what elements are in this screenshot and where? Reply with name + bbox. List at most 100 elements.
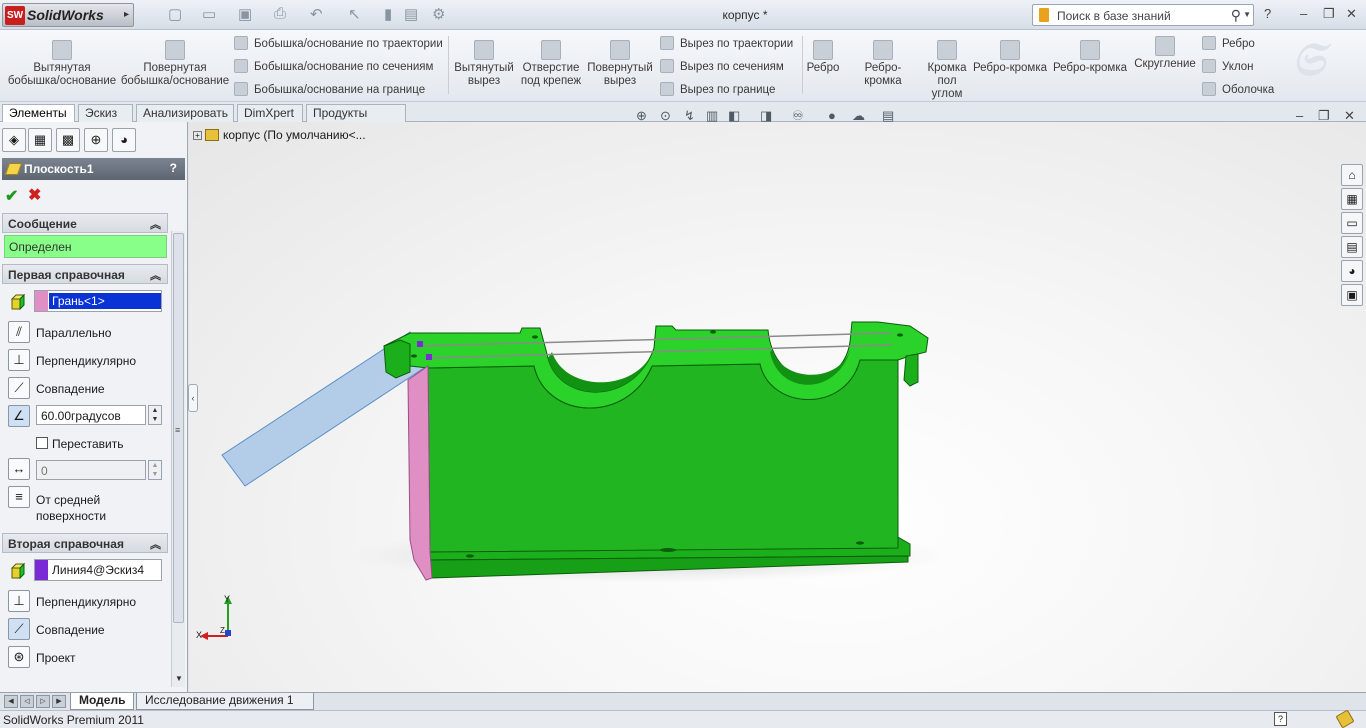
previous-view-icon[interactable]: ↯ <box>684 108 695 124</box>
prev-tab-icon[interactable]: ◁ <box>20 695 34 708</box>
last-tab-icon[interactable]: ▶ <box>52 695 66 708</box>
rib-small-button[interactable]: Ребро <box>1202 36 1255 50</box>
perpendicular-icon[interactable]: ⊥ <box>8 349 30 371</box>
angle-icon[interactable]: ∠ <box>8 405 30 427</box>
project-option[interactable]: Проект <box>36 651 76 665</box>
appearances-icon[interactable]: ◕ <box>1341 260 1363 282</box>
revolve-cut-button[interactable]: Повернутый вырез <box>586 40 654 88</box>
loft-boss-button[interactable]: Бобышка/основание по сечениям <box>234 59 433 73</box>
minimize-button[interactable]: – <box>1300 6 1307 21</box>
parallel-icon[interactable]: ⫽ <box>8 321 30 343</box>
dimxpert-manager-tab-icon[interactable]: ⊕ <box>84 128 108 152</box>
next-tab-icon[interactable]: ▷ <box>36 695 50 708</box>
mid-plane-option[interactable]: От средней поверхности <box>36 492 146 524</box>
offset-distance-icon[interactable]: ↔ <box>8 458 30 480</box>
view-orientation-icon[interactable]: ◧ <box>728 108 740 124</box>
feature-manager-tab-icon[interactable]: ◈ <box>2 128 26 152</box>
help-button[interactable]: ? <box>170 161 177 175</box>
tab-model[interactable]: Модель <box>70 693 135 710</box>
panel-collapse-handle[interactable]: ‹ <box>188 384 198 412</box>
help-button[interactable]: ? <box>1264 6 1271 21</box>
parallel-option[interactable]: Параллельно <box>36 326 111 340</box>
viewport-restore-button[interactable]: ❐ <box>1318 108 1330 124</box>
tab-dimxpert[interactable]: DimXpert <box>237 104 303 122</box>
solidworks-menu-button[interactable]: SW SolidWorks ▸ <box>2 3 134 27</box>
message-group-header[interactable]: Сообщение ︽ <box>2 213 168 233</box>
sketch-point-1[interactable] <box>417 341 423 347</box>
tag-icon[interactable] <box>1335 709 1355 728</box>
first-reference-selection-box[interactable]: Грань<1> <box>34 290 162 312</box>
ok-checkmark-icon[interactable]: ✔ <box>5 186 18 206</box>
zoom-area-icon[interactable]: ⊙ <box>660 108 671 124</box>
cancel-x-icon[interactable]: ✖ <box>28 185 41 205</box>
shell-button[interactable]: Оболочка <box>1202 82 1274 96</box>
configuration-manager-tab-icon[interactable]: ▩ <box>56 128 80 152</box>
second-reference-selection-box[interactable]: Линия4@Эскиз4 <box>34 559 162 581</box>
save-icon[interactable]: ▣ <box>238 5 252 25</box>
chevron-down-icon[interactable]: ▼ <box>1243 10 1251 19</box>
fillet-button[interactable]: Скругление <box>1132 36 1198 71</box>
rib-edge-button-3[interactable]: Ребро-кромка <box>1052 40 1128 75</box>
display-style-icon[interactable]: ◨ <box>760 108 772 124</box>
property-manager-tab-icon[interactable]: ▦ <box>28 128 52 152</box>
flip-checkbox[interactable] <box>36 437 48 449</box>
view-settings-icon[interactable]: ▤ <box>882 108 894 124</box>
restore-button[interactable]: ❐ <box>1323 6 1335 22</box>
distance-spinner[interactable]: ▲ ▼ <box>148 460 162 480</box>
boundary-boss-button[interactable]: Бобышка/основание на границе <box>234 82 425 96</box>
custom-properties-icon[interactable]: ▣ <box>1341 284 1363 306</box>
second-reference-group-header[interactable]: Вторая справочная ︽ <box>2 533 168 553</box>
rib-edge-button-1[interactable]: Ребро-кромка <box>846 40 920 88</box>
sweep-cut-button[interactable]: Вырез по траектории <box>660 36 793 50</box>
quick-help-icon[interactable]: ? <box>1274 712 1287 726</box>
collapse-icon[interactable]: ︽ <box>150 216 161 232</box>
search-icon[interactable]: ⚲ <box>1231 7 1241 24</box>
project-icon[interactable]: ⊛ <box>8 646 30 668</box>
coincident-icon[interactable]: ⟋ <box>8 377 30 399</box>
open-folder-icon[interactable]: ▭ <box>202 5 216 25</box>
extrude-cut-button[interactable]: Вытянутый вырез <box>452 40 516 88</box>
sweep-boss-button[interactable]: Бобышка/основание по траектории <box>234 36 443 50</box>
view-palette-icon[interactable]: ▤ <box>1341 236 1363 258</box>
zoom-to-fit-icon[interactable]: ⊕ <box>636 108 647 124</box>
distance-input[interactable]: 0 <box>36 460 146 480</box>
perpendicular-option[interactable]: Перпендикулярно <box>36 354 136 368</box>
boundary-cut-button[interactable]: Вырез по границе <box>660 82 775 96</box>
rib-button[interactable]: Ребро <box>804 40 842 75</box>
select-arrow-icon[interactable]: ↖ <box>348 5 361 25</box>
viewport-minimize-button[interactable]: – <box>1296 108 1303 123</box>
graphics-area[interactable] <box>189 122 1366 692</box>
new-document-icon[interactable]: ▢ <box>168 5 182 25</box>
edit-appearance-icon[interactable]: ● <box>828 108 836 123</box>
feature-tree-flyout[interactable]: + корпус (По умолчанию<... <box>193 128 366 142</box>
mid-plane-icon[interactable]: ≡ <box>8 486 30 508</box>
close-button[interactable]: ✕ <box>1346 6 1357 22</box>
panel-scrollbar[interactable]: ≡ ▼ <box>171 231 185 687</box>
rebuild-icon[interactable]: ▮ <box>384 5 392 25</box>
draft-button[interactable]: Уклон <box>1202 59 1254 73</box>
file-explorer-icon[interactable]: ▭ <box>1341 212 1363 234</box>
first-tab-icon[interactable]: ◀ <box>4 695 18 708</box>
solidworks-resources-icon[interactable]: ⌂ <box>1341 164 1363 186</box>
collapse-icon[interactable]: ︽ <box>150 536 161 552</box>
section-view-icon[interactable]: ▥ <box>706 108 718 124</box>
display-manager-tab-icon[interactable]: ◕ <box>112 128 136 152</box>
tab-sketch[interactable]: Эскиз <box>78 104 133 122</box>
sketch-point-2[interactable] <box>426 354 432 360</box>
print-icon[interactable]: ⎙ <box>274 5 286 25</box>
tab-features[interactable]: Элементы <box>2 104 75 122</box>
file-properties-icon[interactable]: ▤ <box>404 5 418 25</box>
loft-cut-button[interactable]: Вырез по сечениям <box>660 59 784 73</box>
knowledge-search-input[interactable]: Поиск в базе знаний ⚲ ▼ <box>1032 4 1254 26</box>
tab-motion-study[interactable]: Исследование движения 1 <box>136 693 314 710</box>
coincident-icon[interactable]: ⟋ <box>8 618 30 640</box>
revolve-boss-button[interactable]: Повернутая бобышка/основание <box>120 40 230 88</box>
hole-wizard-button[interactable]: Отверстие под крепеж <box>520 40 582 88</box>
angle-input[interactable]: 60.00градусов <box>36 405 146 425</box>
corner-edge-button[interactable]: Кромка пол углом <box>924 40 970 101</box>
hide-show-items-icon[interactable]: ♾ <box>792 108 804 124</box>
undo-icon[interactable]: ↶ <box>310 5 323 25</box>
scroll-down-icon[interactable]: ▼ <box>175 674 183 683</box>
perpendicular-icon[interactable]: ⊥ <box>8 590 30 612</box>
selected-face[interactable] <box>407 365 433 581</box>
